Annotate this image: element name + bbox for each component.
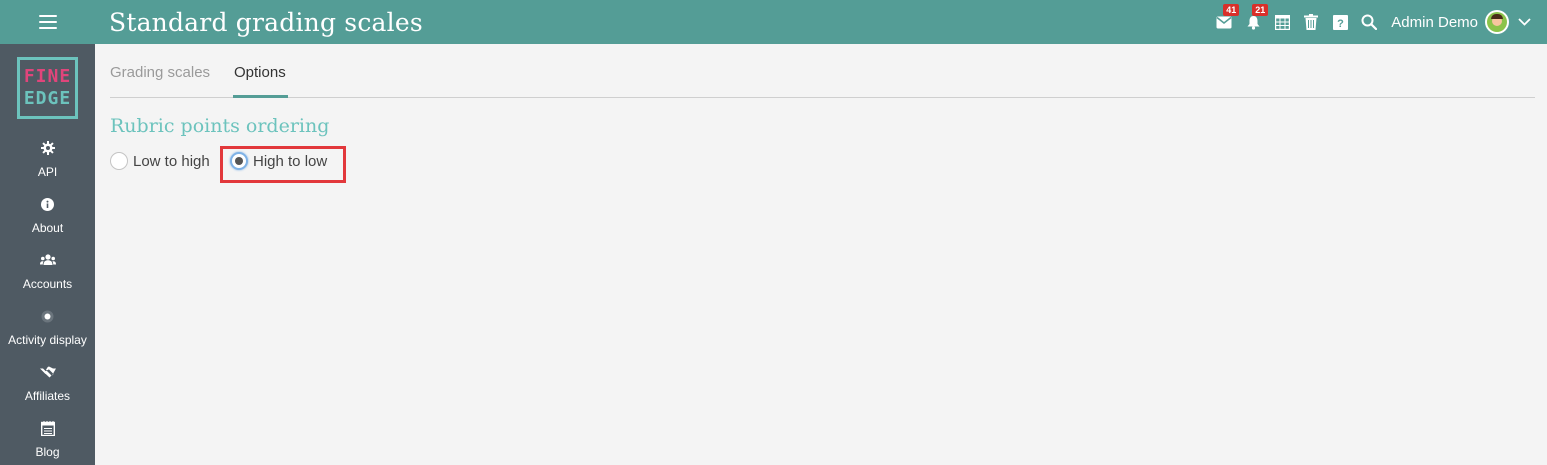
notifications-badge: 21 [1252,4,1269,16]
messages-badge: 41 [1223,4,1240,16]
sidebar: FINE EDGE API About Accounts Activity di… [0,44,95,465]
tab-options[interactable]: Options [234,64,286,81]
tab-grading-scales[interactable]: Grading scales [110,64,210,81]
sidebar-nav: API About Accounts Activity display Affi… [0,139,95,465]
users-icon [39,253,56,267]
sidebar-item-about[interactable]: About [0,195,95,251]
chevron-down-icon [1518,18,1531,26]
info-icon [41,197,54,211]
high-to-low-radio[interactable] [230,152,248,170]
notifications-button[interactable]: 21 [1245,4,1269,30]
sidebar-item-label: Affiliates [24,389,71,403]
user-avatar-icon [1487,12,1507,32]
hamburger-icon [38,15,57,29]
sidebar-item-activity-display[interactable]: Activity display [0,307,95,363]
top-actions: 41 21 ? Admin Demo [1203,0,1531,44]
svg-text:?: ? [1337,18,1344,30]
radio-selected-dot [235,157,243,165]
sidebar-item-label: Activity display [8,333,87,347]
sidebar-item-label: About [31,221,64,235]
radio-option-low-to-high[interactable]: Low to high [110,152,210,170]
sidebar-item-label: API [37,165,58,179]
logo-line-2: EDGE [23,88,72,109]
user-menu-toggle[interactable] [1518,13,1531,31]
top-bar: Standard grading scales 41 21 ? Admin De… [0,0,1547,44]
sidebar-item-accounts[interactable]: Accounts [0,251,95,307]
search-button[interactable] [1361,14,1378,30]
calendar-icon [1274,14,1290,30]
bell-icon [1247,15,1260,30]
high-to-low-label[interactable]: High to low [253,153,327,170]
section-title: Rubric points ordering [110,115,330,137]
avatar[interactable] [1485,10,1509,34]
help-icon: ? [1332,14,1348,30]
low-to-high-label[interactable]: Low to high [133,153,210,170]
fine-edge-logo[interactable]: FINE EDGE [17,57,78,119]
active-tab-indicator [233,95,288,98]
calendar-button[interactable] [1274,14,1290,30]
trash-button[interactable] [1303,14,1319,30]
low-to-high-radio[interactable] [110,152,128,170]
page-title: Standard grading scales [109,7,423,37]
sidebar-item-api[interactable]: API [0,139,95,195]
handshake-icon [39,365,56,379]
gear-icon [40,141,55,155]
envelope-icon [1216,16,1232,28]
search-icon [1361,14,1378,30]
user-name[interactable]: Admin Demo [1391,14,1478,31]
sidebar-item-blog[interactable]: Blog [0,419,95,465]
circle-dot-icon [41,309,54,323]
tab-bar: Grading scales Options [110,44,1535,98]
sidebar-item-label: Accounts [22,277,73,291]
menu-toggle-button[interactable] [0,0,95,44]
sidebar-item-label: Blog [35,445,60,459]
sidebar-item-affiliates[interactable]: Affiliates [0,363,95,419]
radio-option-high-to-low[interactable]: High to low [230,152,327,170]
help-button[interactable]: ? [1332,14,1348,30]
messages-button[interactable]: 41 [1216,4,1240,30]
trash-icon [1304,14,1319,30]
blog-icon [40,420,55,436]
logo-line-1: FINE [23,66,72,87]
